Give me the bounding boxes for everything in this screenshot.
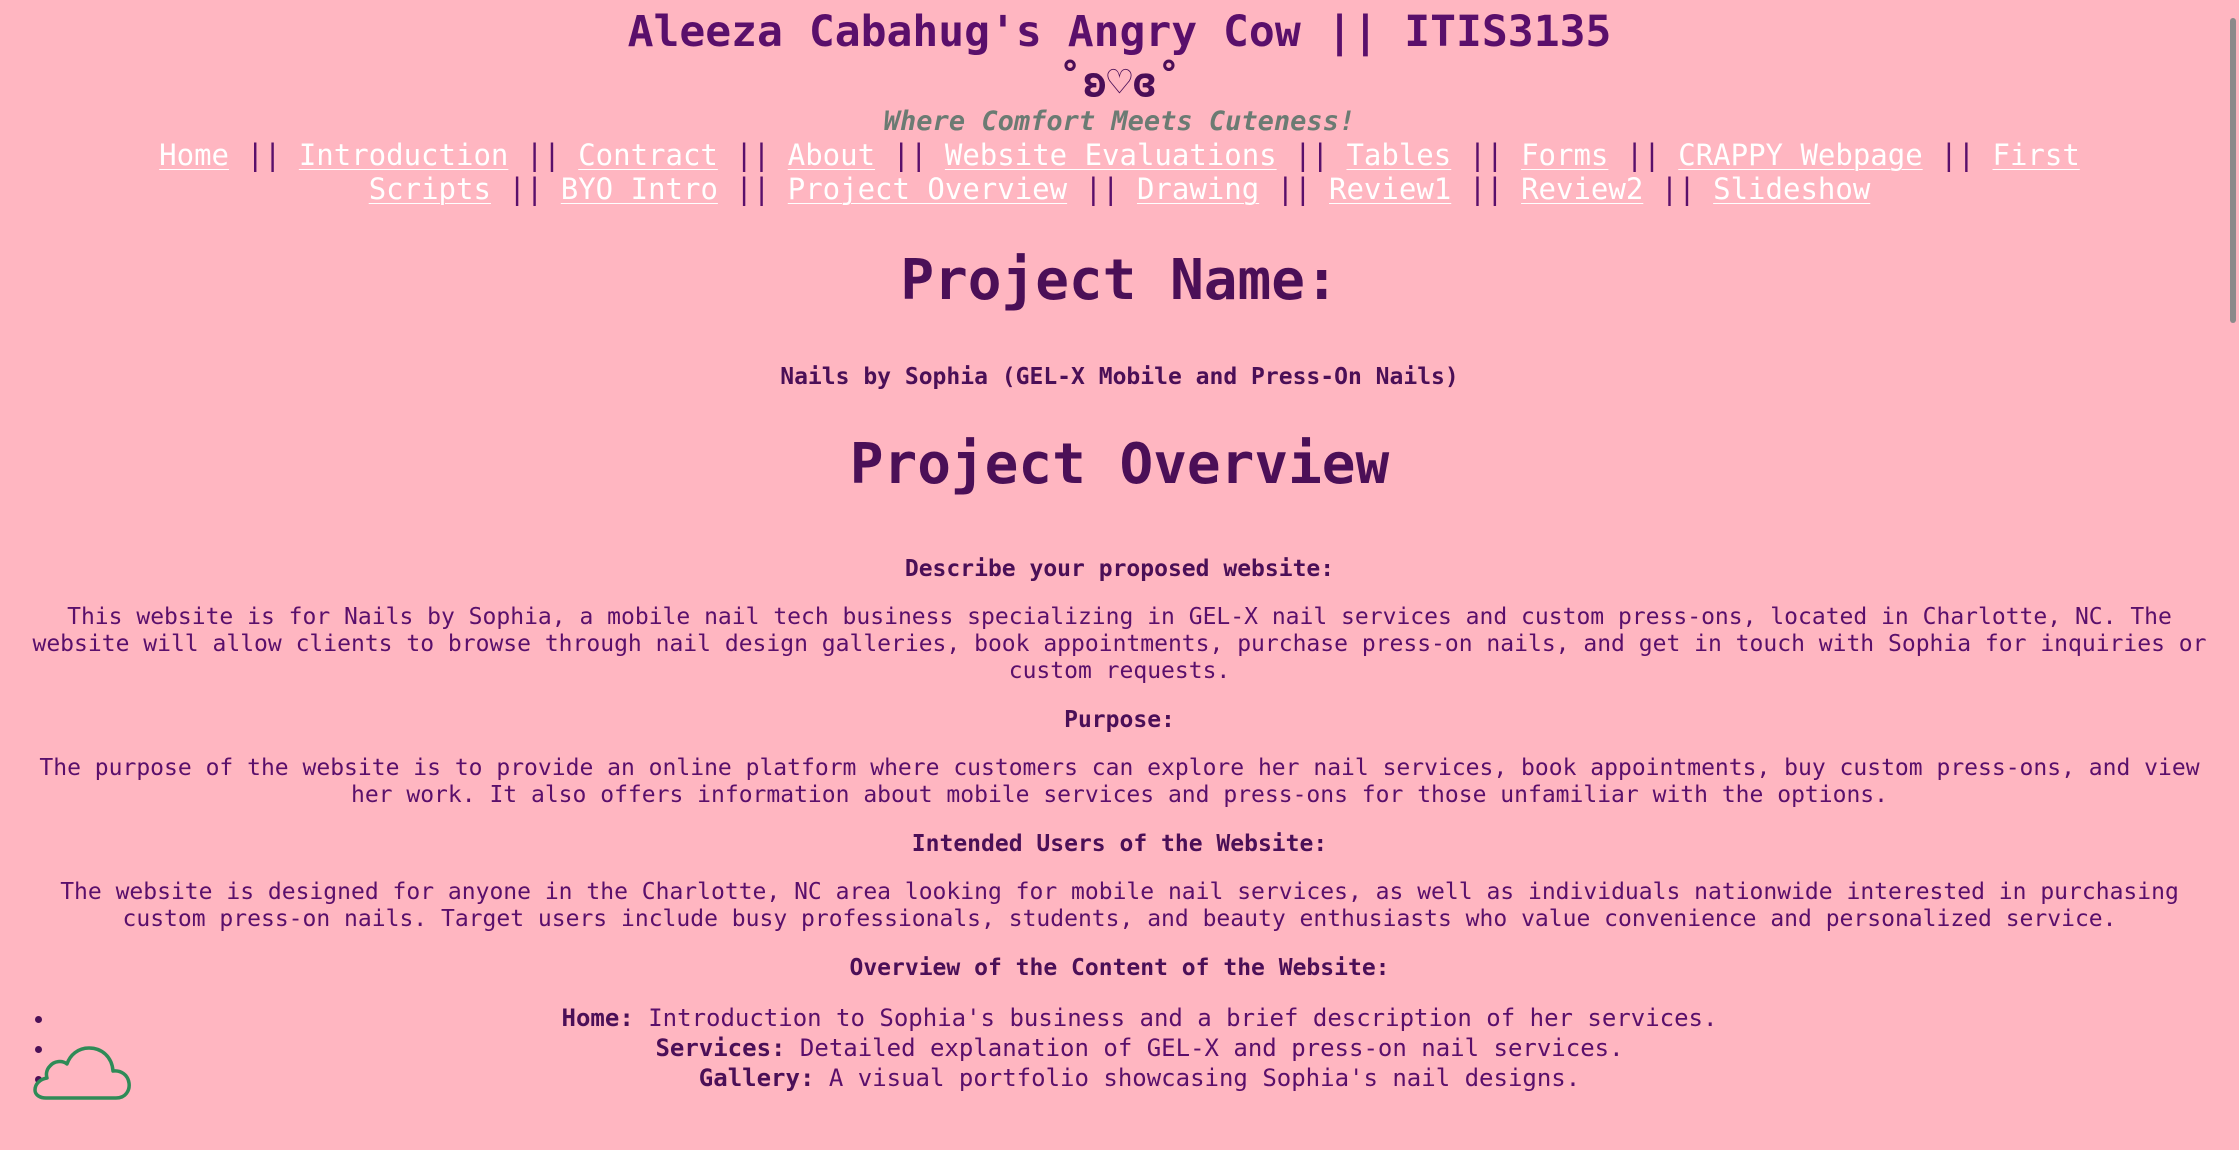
describe-heading: Describe your proposed website:	[904, 556, 1335, 582]
list-item-label: Services:	[655, 1034, 786, 1062]
scrollbar-thumb[interactable]	[2230, 18, 2236, 323]
nav-separator: ||	[717, 138, 788, 172]
content-list: Home: Introduction to Sophia's business …	[16, 1003, 2223, 1093]
nav-link-drawing[interactable]: Drawing	[1137, 172, 1259, 206]
page: Aleeza Cabahug's Angry Cow || ITIS3135 ˚…	[0, 0, 2239, 1150]
list-item-label: Gallery:	[698, 1064, 815, 1092]
intended-users-text: The website is designed for anyone in th…	[60, 879, 2179, 932]
list-item-text: Detailed explanation of GEL-X and press-…	[785, 1034, 1624, 1062]
list-item: Gallery: A visual portfolio showcasing S…	[56, 1063, 2223, 1093]
cloud-icon	[33, 1046, 131, 1100]
purpose-text: The purpose of the website is to provide…	[39, 755, 2200, 808]
project-name-heading: Project Name:	[900, 248, 1339, 313]
nav-separator: ||	[1643, 172, 1714, 206]
nav-separator: ||	[1608, 138, 1679, 172]
site-title: Aleeza Cabahug's Angry Cow || ITIS3135	[627, 7, 1612, 57]
nav-link-contract[interactable]: Contract	[578, 138, 718, 172]
nav-separator: ||	[508, 138, 579, 172]
list-item-text: Introduction to Sophia's business and a …	[633, 1004, 1718, 1032]
nav-separator: ||	[717, 172, 788, 206]
nav-link-review2[interactable]: Review2	[1521, 172, 1643, 206]
vertical-scrollbar[interactable]	[2225, 0, 2239, 1150]
nav-link-crappy-webpage[interactable]: CRAPPY Webpage	[1678, 138, 1922, 172]
nav-link-byo-intro[interactable]: BYO Intro	[561, 172, 718, 206]
nav-separator: ||	[1451, 172, 1522, 206]
emoticon: ˚ʚ♡ɞ˚	[1057, 58, 1182, 106]
purpose-heading: Purpose:	[1064, 707, 1175, 733]
nav-separator: ||	[490, 172, 561, 206]
tagline: Where Comfort Meets Cuteness!	[883, 106, 1356, 137]
nav-link-introduction[interactable]: Introduction	[299, 138, 509, 172]
nav-separator: ||	[1067, 172, 1137, 206]
nav-link-home[interactable]: Home	[159, 138, 229, 172]
list-item-text: A visual portfolio showcasing Sophia's n…	[814, 1064, 1581, 1092]
nav-separator: ||	[1259, 172, 1330, 206]
nav-separator: ||	[229, 138, 299, 172]
nav-separator: ||	[875, 138, 945, 172]
nav-link-website-evaluations[interactable]: Website Evaluations	[945, 138, 1277, 172]
nav-separator: ||	[1922, 138, 1993, 172]
nav-link-project-overview[interactable]: Project Overview	[788, 172, 1067, 206]
nav-link-forms[interactable]: Forms	[1521, 138, 1608, 172]
nav-separator: ||	[1276, 138, 1347, 172]
project-overview-heading: Project Overview	[849, 432, 1390, 497]
nav-link-about[interactable]: About	[788, 138, 875, 172]
nav-link-slideshow[interactable]: Slideshow	[1713, 172, 1870, 206]
project-name-value: Nails by Sophia (GEL-X Mobile and Press-…	[780, 364, 1459, 390]
nav-link-review1[interactable]: Review1	[1329, 172, 1451, 206]
list-item-label: Home:	[561, 1004, 634, 1032]
describe-text: This website is for Nails by Sophia, a m…	[32, 604, 2207, 684]
intended-users-heading: Intended Users of the Website:	[911, 831, 1328, 857]
list-item: Home: Introduction to Sophia's business …	[56, 1003, 2223, 1033]
main-nav: Home || Introduction || Contract || Abou…	[16, 138, 2223, 206]
list-item: Services: Detailed explanation of GEL-X …	[56, 1033, 2223, 1063]
nav-separator: ||	[1451, 138, 1522, 172]
nav-link-tables[interactable]: Tables	[1346, 138, 1451, 172]
content-overview-heading: Overview of the Content of the Website:	[849, 955, 1390, 981]
